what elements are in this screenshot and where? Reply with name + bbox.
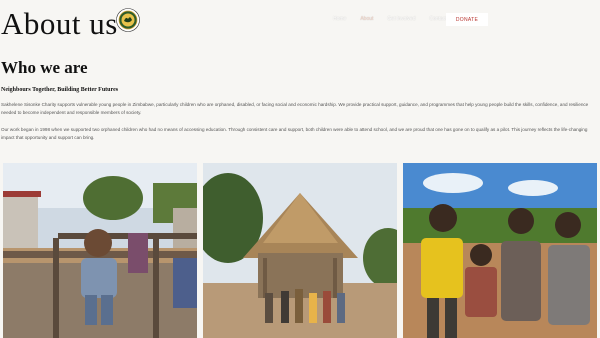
intro-paragraph: Sakhelene Sisonke Charity supports vulne…	[1, 102, 589, 115]
section-title: Who we are	[1, 58, 88, 77]
nav-home[interactable]: Home	[333, 16, 346, 22]
nav-get-involved[interactable]: Get Involved	[387, 16, 415, 22]
charity-seal-logo[interactable]	[116, 8, 140, 32]
photo-group-of-children	[403, 163, 597, 338]
nav-about[interactable]: About	[360, 16, 373, 22]
history-paragraph: Our work began in 1998 when we supported…	[1, 127, 588, 140]
main-nav: Home About Get Involved Contact	[333, 16, 461, 22]
nav-contact[interactable]: Contact	[430, 16, 447, 22]
photo-thatched-hut	[203, 163, 397, 338]
donate-button[interactable]: DONATE	[446, 13, 488, 26]
site-header: About us Home About Get Involved Contact…	[0, 0, 600, 48]
photo-child-on-railing	[3, 163, 197, 338]
page-title: About us	[1, 6, 118, 41]
tagline: Neighbours Together, Building Better Fut…	[1, 87, 119, 93]
